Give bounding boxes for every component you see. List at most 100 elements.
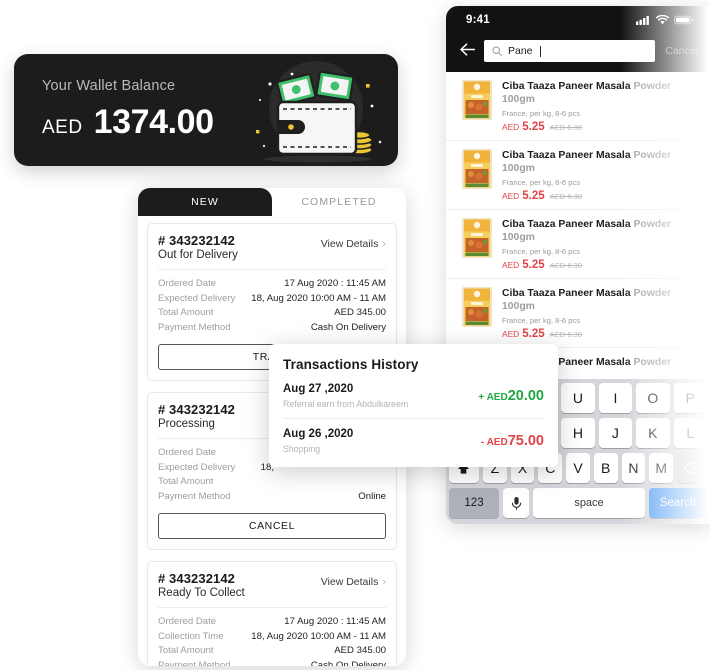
detail-label: Total Amount [158, 645, 214, 656]
transaction-description: Shopping [283, 444, 321, 454]
back-arrow-icon[interactable] [460, 42, 476, 60]
wallet-amount: 1374.00 [93, 103, 215, 141]
detail-label: Ordered Date [158, 278, 217, 289]
space-key[interactable]: space [533, 488, 645, 518]
price-current: 5.25 [522, 259, 545, 271]
wallet-currency: AED [42, 117, 83, 138]
transaction-sign: + [478, 392, 485, 403]
price-original: AED 6.30 [549, 330, 583, 339]
key-k[interactable]: K [636, 418, 670, 448]
wallet-amount-row: AED 1374.00 [42, 103, 214, 142]
transaction-description: Referral earn from Abdulkareem [283, 399, 409, 409]
key-p[interactable]: P [673, 383, 707, 413]
search-bar: Pane Cancel [446, 34, 710, 72]
key-u[interactable]: U [561, 383, 595, 413]
view-details-link[interactable]: View Details › [321, 576, 386, 588]
key-l[interactable]: L [673, 418, 707, 448]
detail-value: 18, Aug 2020 10:00 AM - 11 AM [251, 292, 386, 304]
product-title: Ciba Taaza Paneer Masala Powder 100gm [502, 218, 700, 244]
transaction-item: Aug 26 ,2020 Shopping - AED75.00 [283, 418, 544, 456]
detail-value: 17 Aug 2020 : 11:45 AM [284, 278, 386, 289]
search-icon [492, 46, 502, 56]
transaction-currency: AED [486, 392, 508, 403]
product-title: Ciba Taaza Paneer Masala Powder 100gm [502, 149, 700, 175]
transactions-history-popup: Transactions History Aug 27 ,2020 Referr… [269, 344, 558, 467]
product-row[interactable]: Ciba Taaza Paneer Masala Powder 100gm Fr… [446, 210, 710, 279]
detail-label: Payment Method [158, 490, 231, 502]
detail-value: 18, Aug 2020 10:00 AM - 11 AM [251, 630, 386, 642]
product-thumbnail [462, 287, 492, 327]
order-id: # 343232142 [158, 571, 236, 586]
transaction-value: 75.00 [507, 433, 544, 449]
price-currency: AED [502, 260, 520, 270]
transaction-date: Aug 26 ,2020 [283, 428, 354, 440]
key-v[interactable]: V [566, 453, 590, 483]
order-detail-row: Ordered Date 17 Aug 2020 : 11:45 AM [158, 615, 386, 630]
product-price: AED 5.25 AED 6.30 [502, 190, 700, 202]
price-original: AED 6.30 [549, 123, 583, 132]
search-input[interactable]: Pane [484, 40, 656, 62]
wallet-balance-card: Your Wallet Balance AED 1374.00 [14, 54, 398, 166]
tab-new[interactable]: NEW [138, 188, 272, 216]
microphone-icon[interactable] [503, 488, 529, 518]
order-header: # 343232142 Out for Delivery View Detail… [158, 233, 386, 261]
key-j[interactable]: J [598, 418, 633, 448]
tab-completed[interactable]: COMPLETED [272, 188, 406, 216]
order-detail-row: Payment Method Cash On Delivery [158, 659, 386, 667]
product-title-main: Ciba Taaza Paneer Masala [502, 150, 631, 161]
search-key[interactable]: Search [649, 488, 707, 518]
detail-value: Online [358, 490, 386, 502]
order-detail-row: Expected Delivery 18, Aug 2020 10:00 AM … [158, 292, 386, 307]
product-title-main: Ciba Taaza Paneer Masala [502, 288, 631, 299]
search-cancel-button[interactable]: Cancel [665, 45, 700, 57]
product-row[interactable]: Ciba Taaza Paneer Masala Powder 100gm Fr… [446, 72, 710, 141]
price-currency: AED [502, 191, 520, 201]
order-status: Out for Delivery [158, 249, 238, 261]
product-meta: France, per kg, 8-6 pcs [502, 109, 581, 118]
wifi-icon [656, 15, 669, 25]
price-current: 5.25 [522, 121, 545, 133]
product-row[interactable]: Ciba Taaza Paneer Masala Powder 100gm Fr… [446, 141, 710, 210]
divider [158, 269, 386, 270]
view-details-label: View Details [320, 576, 379, 588]
detail-value: AED 345.00 [334, 307, 386, 318]
order-detail-row: Total Amount AED 345.00 [158, 306, 386, 321]
product-title: Ciba Taaza Paneer Masala Powder 100gm [502, 80, 700, 106]
product-thumbnail [462, 218, 492, 258]
text-caret [539, 45, 541, 57]
key-n[interactable]: N [621, 453, 646, 483]
key-h[interactable]: H [561, 418, 595, 448]
key-b[interactable]: B [593, 453, 618, 483]
product-meta: France, per kg, 8-6 pcs [502, 316, 581, 325]
transaction-amount: + AED20.00 [478, 388, 544, 404]
cancel-button[interactable]: CANCEL [158, 513, 386, 539]
divider [158, 607, 386, 608]
product-title-main: Ciba Taaza Paneer Masala [502, 81, 631, 92]
signal-icon [636, 16, 649, 25]
product-thumbnail [462, 149, 492, 189]
key-i[interactable]: I [598, 383, 633, 413]
order-card: # 343232142 Ready To Collect View Detail… [147, 561, 397, 666]
detail-label: Total Amount [158, 307, 214, 318]
chevron-right-icon: › [382, 575, 386, 588]
product-meta: France, per kg, 8-6 pcs [502, 178, 581, 187]
chevron-right-icon: › [382, 237, 386, 250]
order-detail-row: Total Amount AED 345.00 [158, 644, 386, 659]
product-row[interactable]: Ciba Taaza Paneer Masala Powder 100gm Fr… [446, 279, 710, 348]
view-details-link[interactable]: View Details › [321, 238, 386, 250]
order-status: Processing [158, 418, 215, 430]
product-price: AED 5.25 AED 6.30 [502, 328, 700, 340]
detail-label: Ordered Date [158, 447, 217, 458]
detail-label: Payment Method [158, 659, 231, 667]
wallet-illustration-icon [234, 54, 394, 166]
status-icons [636, 15, 694, 25]
backspace-icon[interactable] [677, 453, 708, 483]
product-title-main: Ciba Taaza Paneer Masala [502, 219, 631, 230]
detail-value: Cash On Delivery [310, 321, 386, 333]
product-price: AED 5.25 AED 6.30 [502, 259, 700, 271]
numbers-key[interactable]: 123 [449, 488, 499, 518]
key-o[interactable]: O [636, 383, 670, 413]
price-current: 5.25 [522, 190, 545, 202]
status-bar: 9:41 [446, 6, 710, 34]
key-m[interactable]: M [649, 453, 674, 483]
